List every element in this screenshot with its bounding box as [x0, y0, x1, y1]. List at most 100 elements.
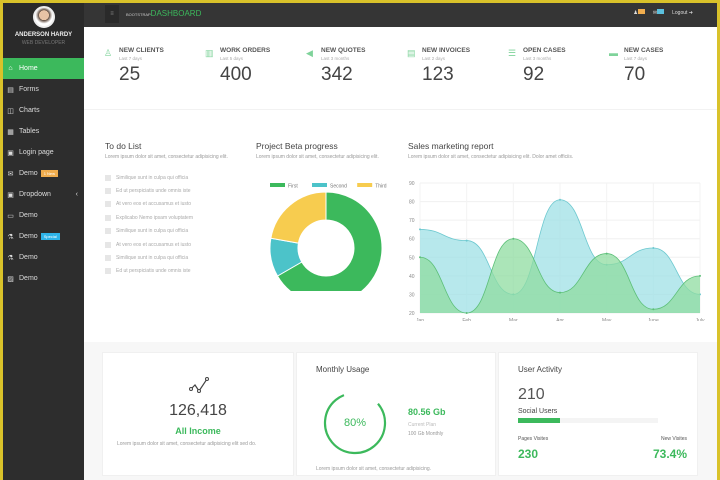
- profile-role: WEB DEVELOPER: [21, 40, 66, 46]
- stat-subtitle: Last 7 days: [119, 56, 143, 61]
- todo-item[interactable]: Similique sunt in culpa qui officia: [105, 225, 235, 238]
- brand[interactable]: BOOTSTRAPDASHBOARD: [126, 9, 201, 18]
- todo-item[interactable]: Explicabo Nemo ipsam voluptatem: [105, 211, 235, 224]
- data-point[interactable]: [699, 274, 701, 277]
- todo-item[interactable]: At vero eos et accusamus et iusto: [105, 238, 235, 251]
- sidebar-item-demo[interactable]: ⚗ Demo Special: [3, 226, 84, 247]
- stat-subtitle: Last 3 months: [321, 56, 350, 61]
- todo-checkbox[interactable]: [105, 268, 111, 275]
- plan-value: 100 Gb Monthly: [408, 431, 444, 437]
- profile-name: ANDERSON HARDY: [14, 32, 73, 38]
- list-icon: ☰: [508, 48, 517, 58]
- stat-value: 70: [624, 64, 646, 85]
- todo-item[interactable]: Similique sunt in culpa qui officia: [105, 251, 235, 264]
- todo-item[interactable]: Similique sunt in culpa qui officia: [105, 171, 235, 184]
- stat-title: NEW QUOTES: [321, 47, 366, 54]
- legend-label: Second: [330, 184, 347, 190]
- sales-panel: Sales marketing report Lorem ipsum dolor…: [408, 141, 708, 326]
- todo-checkbox[interactable]: [105, 174, 111, 181]
- brand-name: DASHBOARD: [150, 9, 202, 18]
- y-tick-label: 50: [409, 255, 415, 261]
- sidebar-item-login-page[interactable]: ▣ Login page: [3, 142, 84, 163]
- messages-icon[interactable]: ✉: [653, 9, 665, 16]
- sidebar-item-dropdown[interactable]: ▣ Dropdown ‹: [3, 184, 84, 205]
- cases-icon: ▬: [609, 48, 618, 58]
- sidebar-item-demo[interactable]: ✉ Demo 1 New: [3, 163, 84, 184]
- stats-row: ♙ NEW CLIENTS Last 7 days 25 ▥ WORK ORDERS Las…: [104, 47, 710, 86]
- stat-subtitle: Last 3 months: [523, 56, 552, 61]
- todo-checkbox[interactable]: [105, 188, 111, 195]
- sidebar-item-tables[interactable]: ▦ Tables: [3, 121, 84, 142]
- profile: ANDERSON HARDY WEB DEVELOPER: [3, 3, 84, 58]
- invoice-icon: ▤: [407, 48, 416, 58]
- income-desc: Lorem ipsum dolor sit amet, consectetur …: [117, 441, 257, 447]
- legend-label: Third: [375, 184, 387, 190]
- data-point[interactable]: [419, 256, 421, 259]
- plan-label: Current Plan: [408, 422, 437, 428]
- data-point[interactable]: [559, 291, 561, 294]
- menu-toggle-button[interactable]: ≡: [105, 5, 119, 23]
- todo-checkbox[interactable]: [105, 241, 111, 248]
- sidebar-item-charts[interactable]: ◫ Charts: [3, 100, 84, 121]
- todo-desc: Lorem ipsum dolor sit amet, consectetur …: [105, 154, 228, 160]
- data-point[interactable]: [559, 198, 561, 201]
- todo-checkbox[interactable]: [105, 201, 111, 208]
- stat-value: 92: [523, 64, 545, 85]
- x-tick-label: Feb: [462, 318, 471, 321]
- sidebar-item-label: Demo: [19, 275, 38, 282]
- data-point[interactable]: [465, 239, 468, 242]
- sidebar-item-forms[interactable]: ▤ Forms: [3, 79, 84, 100]
- todo-text: At vero eos et accusamus et iusto: [116, 201, 192, 208]
- chevron-left-icon: ‹: [75, 191, 78, 198]
- sidebar-badge: 1 New: [40, 170, 59, 177]
- todo-item[interactable]: Ed ut perspiciatis unde omnis iste: [105, 184, 235, 197]
- stat-title: NEW INVOICES: [422, 47, 471, 54]
- flask-icon: ⚗: [7, 233, 14, 241]
- sidebar-item-label: Demo: [19, 170, 38, 177]
- legend-swatch[interactable]: [270, 183, 285, 187]
- data-point[interactable]: [419, 228, 421, 231]
- sidebar-item-demo[interactable]: ⚗ Demo: [3, 247, 84, 268]
- data-point[interactable]: [652, 247, 655, 249]
- todo-checkbox[interactable]: [105, 228, 111, 235]
- sidebar-item-label: Tables: [19, 128, 40, 135]
- todo-checkbox[interactable]: [105, 255, 111, 262]
- stat-card: ▤ NEW INVOICES Last 2 days 123: [407, 47, 508, 86]
- todo-item[interactable]: At vero eos et accusamus et iusto: [105, 198, 235, 211]
- monitor-icon: ▭: [7, 212, 14, 220]
- stat-card: ♙ NEW CLIENTS Last 7 days 25: [104, 47, 205, 86]
- usage-percent: 80%: [343, 417, 367, 429]
- sales-desc: Lorem ipsum dolor sit amet, consectetur …: [408, 154, 574, 160]
- y-tick-label: 60: [409, 237, 415, 243]
- stat-card: ▬ NEW CASES Last 7 days 70: [609, 47, 710, 86]
- x-tick-label: June: [648, 318, 659, 321]
- avatar[interactable]: [32, 6, 55, 28]
- sidebar-item-demo[interactable]: ▨ Demo: [3, 268, 84, 289]
- data-point[interactable]: [605, 252, 608, 255]
- login-icon: ▣: [7, 149, 14, 157]
- stat-value: 400: [220, 64, 252, 85]
- sidebar-item-home[interactable]: ⌂ Home: [3, 58, 84, 79]
- donut-slice-third[interactable]: [270, 191, 327, 244]
- new-value: 73.4%: [652, 447, 687, 461]
- data-point[interactable]: [652, 308, 655, 311]
- logout-button[interactable]: Logout ➜: [672, 10, 693, 16]
- y-tick-label: 80: [409, 200, 415, 206]
- legend-swatch[interactable]: [357, 183, 373, 187]
- notifications-icon[interactable]: ♟: [633, 9, 645, 16]
- todo-checkbox[interactable]: [105, 214, 111, 221]
- activity-label: Social Users: [518, 408, 558, 415]
- charts-icon: ◫: [7, 107, 14, 115]
- todo-panel: To do List Lorem ipsum dolor sit amet, c…: [105, 141, 235, 278]
- stat-card: ☰ OPEN CASES Last 3 months 92: [508, 47, 609, 86]
- todo-text: Similique sunt in culpa qui officia: [116, 174, 189, 181]
- image-icon: ▨: [7, 275, 14, 283]
- todo-item[interactable]: Ed ut perspiciatis unde omnis iste: [105, 265, 235, 278]
- data-point[interactable]: [512, 237, 515, 240]
- sidebar-item-demo[interactable]: ▭ Demo: [3, 205, 84, 226]
- stat-title: NEW CLIENTS: [119, 47, 164, 54]
- data-point[interactable]: [465, 312, 468, 314]
- todo-text: At vero eos et accusamus et iusto: [116, 241, 192, 248]
- legend-swatch[interactable]: [312, 183, 327, 187]
- stat-title: WORK ORDERS: [220, 47, 271, 54]
